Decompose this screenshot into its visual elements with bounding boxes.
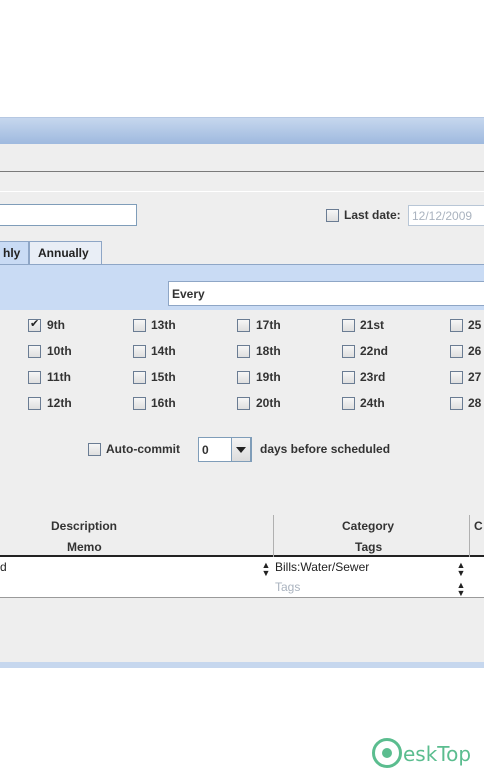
auto-commit-checkbox[interactable] [88, 443, 101, 456]
chevron-down-icon [236, 447, 246, 453]
tab-monthly-label: hly [3, 246, 21, 260]
last-date-label: Last date: [344, 208, 401, 222]
day-12-label: 12th [47, 396, 72, 410]
category-cell[interactable]: Bills:Water/Sewer [275, 560, 369, 574]
day-20-checkbox[interactable] [237, 397, 250, 410]
day-20-label: 20th [256, 396, 281, 410]
desktop-logo-icon [372, 738, 402, 768]
day-21-label: 21st [360, 318, 385, 332]
day-15-checkbox[interactable] [133, 371, 146, 384]
day-19-label: 19th [256, 370, 281, 384]
last-date-checkbox[interactable] [326, 209, 339, 222]
day-10-label: 10th [47, 344, 72, 358]
day-27-checkbox[interactable] [450, 371, 463, 384]
day-16-label: 16th [151, 396, 176, 410]
day-14-label: 14th [151, 344, 176, 358]
separator [0, 191, 484, 192]
day-18-checkbox[interactable] [237, 345, 250, 358]
day-28-checkbox[interactable] [450, 397, 463, 410]
day-9-label: 9th [47, 318, 65, 332]
tags-cell[interactable]: Tags [275, 580, 300, 594]
description-spinner-icon[interactable]: ▲ ▼ [261, 561, 271, 578]
description-cell[interactable]: d [0, 560, 7, 574]
day-22-checkbox[interactable] [342, 345, 355, 358]
day-26-checkbox[interactable] [450, 345, 463, 358]
column-header-tags[interactable]: Tags [355, 540, 382, 554]
tab-annually[interactable]: Annually [29, 241, 102, 264]
day-25-checkbox[interactable] [450, 319, 463, 332]
separator [0, 171, 484, 172]
day-26-label: 26 [468, 344, 482, 358]
day-23-checkbox[interactable] [342, 371, 355, 384]
auto-commit-label: Auto-commit [106, 442, 180, 456]
day-25-label: 25 [468, 318, 482, 332]
day-18-label: 18th [256, 344, 281, 358]
tab-annually-label: Annually [38, 246, 89, 260]
day-19-checkbox[interactable] [237, 371, 250, 384]
day-27-label: 27 [468, 370, 482, 384]
column-header-description[interactable]: Description [51, 519, 117, 533]
logo-inner-circle [382, 748, 392, 758]
day-10-checkbox[interactable] [28, 345, 41, 358]
day-24-checkbox[interactable] [342, 397, 355, 410]
date-text-field[interactable] [0, 204, 137, 226]
auto-commit-days-value: 0 [202, 443, 209, 457]
day-11-checkbox[interactable] [28, 371, 41, 384]
day-9-checkbox[interactable] [28, 317, 41, 332]
day-13-checkbox[interactable] [133, 319, 146, 332]
column-header-category[interactable]: Category [342, 519, 394, 533]
combo-dropdown-button[interactable] [231, 437, 251, 462]
day-23-label: 23rd [360, 370, 386, 384]
day-14-checkbox[interactable] [133, 345, 146, 358]
tags-spinner-icon[interactable]: ▲ ▼ [456, 581, 466, 598]
column-header-c[interactable]: C [474, 519, 483, 533]
table-row[interactable] [0, 557, 484, 577]
tab-monthly[interactable]: hly [0, 241, 29, 265]
day-16-checkbox[interactable] [133, 397, 146, 410]
day-13-label: 13th [151, 318, 176, 332]
bottom-border [0, 662, 484, 668]
frequency-select[interactable]: Every [168, 281, 484, 306]
table-row[interactable] [0, 577, 484, 598]
window-titlebar [0, 117, 484, 145]
day-17-checkbox[interactable] [237, 319, 250, 332]
category-spinner-icon[interactable]: ▲ ▼ [456, 561, 466, 578]
last-date-value: 12/12/2009 [412, 209, 473, 223]
day-15-label: 15th [151, 370, 176, 384]
last-date-field[interactable]: 12/12/2009 [408, 205, 484, 226]
column-header-memo[interactable]: Memo [67, 540, 102, 554]
day-11-label: 11th [47, 370, 72, 384]
day-22-label: 22nd [360, 344, 389, 358]
day-28-label: 28 [468, 396, 482, 410]
day-24-label: 24th [360, 396, 385, 410]
frequency-value: Every [172, 287, 205, 301]
watermark-text: eskTop [403, 742, 472, 766]
auto-commit-suffix: days before scheduled [260, 442, 391, 456]
day-12-checkbox[interactable] [28, 397, 41, 410]
day-17-label: 17th [256, 318, 281, 332]
watermark: eskTop [372, 738, 472, 770]
day-21-checkbox[interactable] [342, 319, 355, 332]
